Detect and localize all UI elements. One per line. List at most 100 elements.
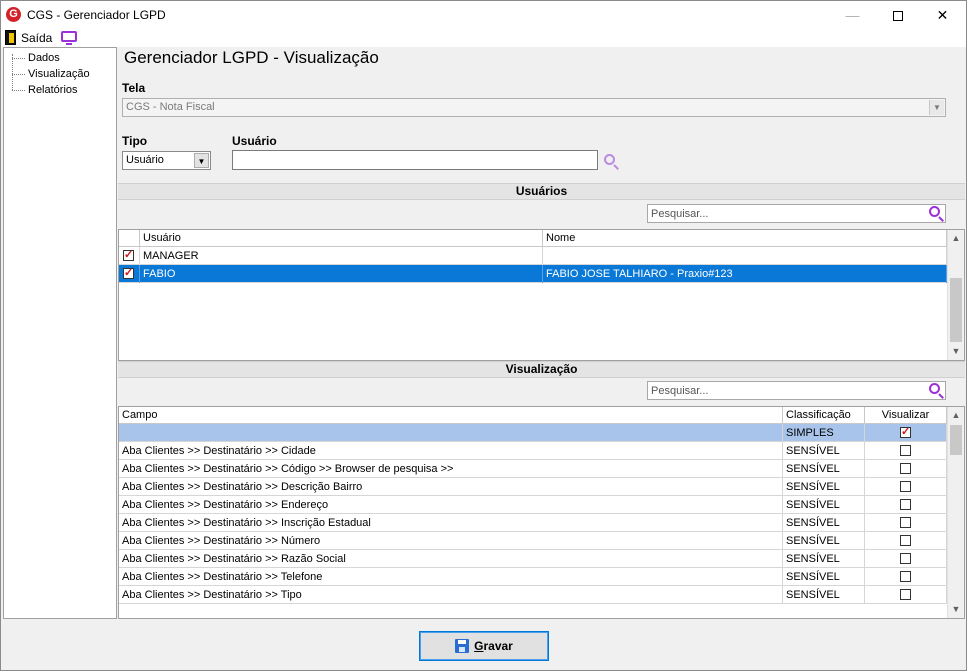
cell-classificacao: SENSÍVEL bbox=[783, 478, 865, 496]
search-icon[interactable] bbox=[928, 382, 944, 399]
title-bar: G CGS - Gerenciador LGPD — ✕ bbox=[1, 1, 966, 29]
table-header-visualizar[interactable]: Visualizar bbox=[865, 407, 947, 424]
maximize-button[interactable] bbox=[875, 1, 920, 29]
visualizar-checkbox[interactable] bbox=[900, 481, 911, 492]
cell-nome: FABIO JOSE TALHIARO - Praxio#123 bbox=[543, 265, 947, 283]
view-scrollbar[interactable]: ▲ ▼ bbox=[947, 407, 964, 618]
exit-door-icon[interactable] bbox=[5, 30, 16, 45]
usuario-input[interactable] bbox=[232, 150, 598, 170]
toolbar: Saída bbox=[1, 29, 966, 47]
visualizar-checkbox[interactable] bbox=[900, 425, 911, 439]
visualizar-checkbox[interactable] bbox=[900, 571, 911, 582]
cell-visualizar bbox=[865, 514, 947, 532]
visualizar-checkbox[interactable] bbox=[900, 499, 911, 510]
users-section-header: Usuários bbox=[118, 183, 965, 200]
scroll-thumb[interactable] bbox=[950, 425, 962, 455]
table-header-classificacao[interactable]: Classificação bbox=[783, 407, 865, 424]
cell-classificacao: SENSÍVEL bbox=[783, 586, 865, 604]
cell-campo: Aba Clientes >> Destinatário >> Telefone bbox=[119, 568, 783, 586]
view-search-input[interactable]: Pesquisar... bbox=[647, 381, 946, 400]
table-row[interactable]: Aba Clientes >> Destinatário >> Razão So… bbox=[119, 550, 947, 568]
cell-classificacao: SENSÍVEL bbox=[783, 496, 865, 514]
view-search-placeholder: Pesquisar... bbox=[651, 385, 709, 397]
nav-item-visualizacao[interactable]: Visualização bbox=[12, 66, 90, 82]
cell-classificacao: SENSÍVEL bbox=[783, 532, 865, 550]
nav-item-relatorios[interactable]: Relatórios bbox=[12, 82, 78, 98]
cell-classificacao: SENSÍVEL bbox=[783, 460, 865, 478]
table-row[interactable]: Aba Clientes >> Destinatário >> Descriçã… bbox=[119, 478, 947, 496]
cell-usuario: FABIO bbox=[140, 265, 543, 283]
cell-visualizar bbox=[865, 424, 947, 442]
tela-select-value: CGS - Nota Fiscal bbox=[126, 101, 215, 113]
cell-visualizar bbox=[865, 460, 947, 478]
minimize-button[interactable]: — bbox=[830, 1, 875, 29]
close-button[interactable]: ✕ bbox=[920, 1, 965, 29]
table-row[interactable]: FABIO FABIO JOSE TALHIARO - Praxio#123 bbox=[119, 265, 947, 283]
tree-branch bbox=[12, 57, 25, 59]
tree-branch bbox=[12, 89, 25, 91]
users-search-placeholder: Pesquisar... bbox=[651, 208, 709, 220]
table-header-usuario[interactable]: Usuário bbox=[140, 230, 543, 247]
row-checkbox[interactable] bbox=[123, 248, 134, 262]
nav-item-label: Visualização bbox=[28, 68, 90, 80]
nav-item-dados[interactable]: Dados bbox=[12, 50, 60, 66]
table-row[interactable]: Aba Clientes >> Destinatário >> Endereço… bbox=[119, 496, 947, 514]
visualizar-checkbox[interactable] bbox=[900, 553, 911, 564]
table-row[interactable]: Aba Clientes >> Destinatário >> Inscriçã… bbox=[119, 514, 947, 532]
nav-item-label: Relatórios bbox=[28, 84, 78, 96]
users-scrollbar[interactable]: ▲ ▼ bbox=[947, 230, 964, 360]
cell-campo: Aba Clientes >> Destinatário >> Endereço bbox=[119, 496, 783, 514]
cell-campo: Aba Clientes >> Destinatário >> Descriçã… bbox=[119, 478, 783, 496]
tipo-select[interactable]: Usuário ▼ bbox=[122, 151, 211, 170]
cell-visualizar bbox=[865, 586, 947, 604]
row-checkbox[interactable] bbox=[123, 266, 134, 280]
scroll-down-icon[interactable]: ▼ bbox=[948, 601, 964, 618]
cell-classificacao: SENSÍVEL bbox=[783, 514, 865, 532]
row-check-cell bbox=[119, 265, 140, 283]
page-title: Gerenciador LGPD - Visualização bbox=[124, 48, 379, 67]
save-button[interactable]: Gravar bbox=[419, 631, 549, 661]
tipo-select-value: Usuário bbox=[126, 154, 164, 166]
window-title: CGS - Gerenciador LGPD bbox=[27, 8, 166, 22]
table-row[interactable]: SIMPLES bbox=[119, 424, 947, 442]
scroll-thumb[interactable] bbox=[950, 278, 962, 342]
tela-select[interactable]: CGS - Nota Fiscal ▼ bbox=[122, 98, 946, 117]
search-icon[interactable] bbox=[928, 205, 944, 222]
table-header-nome[interactable]: Nome bbox=[543, 230, 947, 247]
cell-classificacao: SENSÍVEL bbox=[783, 442, 865, 460]
cell-classificacao: SENSÍVEL bbox=[783, 550, 865, 568]
floppy-disk-icon bbox=[455, 639, 470, 653]
cell-campo: Aba Clientes >> Destinatário >> Cidade bbox=[119, 442, 783, 460]
tree-branch bbox=[12, 73, 25, 75]
cell-nome bbox=[543, 247, 947, 265]
table-row[interactable]: Aba Clientes >> Destinatário >> Código >… bbox=[119, 460, 947, 478]
scroll-up-icon[interactable]: ▲ bbox=[948, 407, 964, 424]
save-button-label: Gravar bbox=[474, 639, 513, 653]
search-icon[interactable] bbox=[603, 153, 619, 170]
table-row[interactable]: Aba Clientes >> Destinatário >> Cidade S… bbox=[119, 442, 947, 460]
scroll-down-icon[interactable]: ▼ bbox=[948, 343, 964, 360]
table-row[interactable]: Aba Clientes >> Destinatário >> Número S… bbox=[119, 532, 947, 550]
visualizar-checkbox[interactable] bbox=[900, 463, 911, 474]
scroll-up-icon[interactable]: ▲ bbox=[948, 230, 964, 247]
cell-campo bbox=[119, 424, 783, 442]
exit-button[interactable]: Saída bbox=[21, 31, 52, 45]
visualizar-checkbox[interactable] bbox=[900, 589, 911, 600]
visualizar-checkbox[interactable] bbox=[900, 517, 911, 528]
table-header-campo[interactable]: Campo bbox=[119, 407, 783, 424]
users-search-input[interactable]: Pesquisar... bbox=[647, 204, 946, 223]
view-table: Campo Classificação Visualizar SIMPLES A… bbox=[118, 406, 965, 619]
cell-visualizar bbox=[865, 568, 947, 586]
monitor-icon[interactable] bbox=[61, 31, 77, 45]
nav-tree: Dados Visualização Relatórios bbox=[3, 47, 117, 619]
cell-visualizar bbox=[865, 478, 947, 496]
tela-label: Tela bbox=[122, 81, 146, 95]
tipo-label: Tipo bbox=[122, 134, 148, 148]
table-row[interactable]: Aba Clientes >> Destinatário >> Tipo SEN… bbox=[119, 586, 947, 604]
visualizar-checkbox[interactable] bbox=[900, 445, 911, 456]
cell-campo: Aba Clientes >> Destinatário >> Razão So… bbox=[119, 550, 783, 568]
cell-campo: Aba Clientes >> Destinatário >> Código >… bbox=[119, 460, 783, 478]
table-row[interactable]: Aba Clientes >> Destinatário >> Telefone… bbox=[119, 568, 947, 586]
visualizar-checkbox[interactable] bbox=[900, 535, 911, 546]
table-row[interactable]: MANAGER bbox=[119, 247, 947, 265]
